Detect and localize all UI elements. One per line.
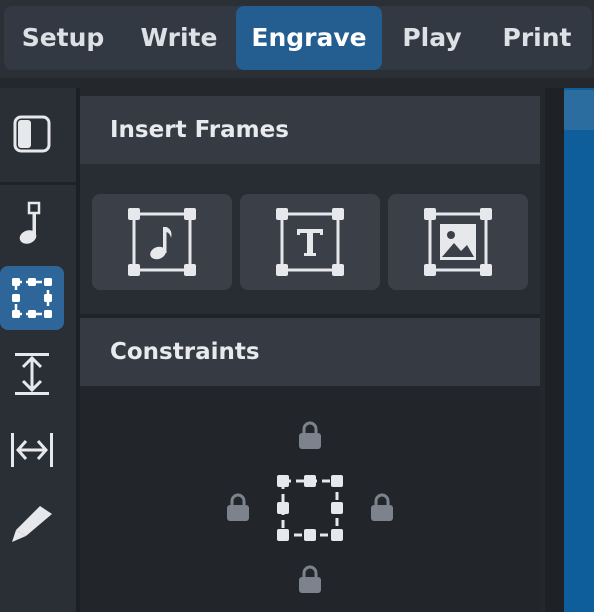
tab-engrave[interactable]: Engrave bbox=[236, 6, 382, 70]
toolbox-divider bbox=[0, 182, 76, 185]
lock-left-icon[interactable] bbox=[226, 492, 250, 522]
staff-spacing-button[interactable] bbox=[0, 342, 64, 406]
mode-bar: Setup Write Engrave Play Print bbox=[0, 0, 594, 78]
tab-setup[interactable]: Setup bbox=[4, 6, 122, 70]
panel-toggle-icon bbox=[13, 115, 51, 153]
panel-scroll-gutter[interactable] bbox=[545, 88, 564, 612]
staff-spacing-icon bbox=[15, 353, 49, 395]
engrave-pen-button[interactable] bbox=[0, 492, 64, 556]
tab-print[interactable]: Print bbox=[482, 6, 592, 70]
lock-bottom-icon[interactable] bbox=[298, 564, 322, 594]
frame-editing-icon bbox=[12, 278, 52, 318]
frame-editing-button[interactable] bbox=[0, 266, 64, 330]
graphic-editing-button[interactable] bbox=[0, 192, 64, 256]
mode-tabs: Setup Write Engrave Play Print bbox=[4, 6, 592, 70]
text-frame-icon bbox=[276, 208, 344, 276]
page-view-header bbox=[564, 90, 594, 130]
constraints-header[interactable]: Constraints bbox=[80, 318, 540, 386]
panel-toggle-button[interactable] bbox=[0, 102, 64, 166]
note-spacing-icon bbox=[11, 433, 53, 467]
note-spacing-button[interactable] bbox=[0, 418, 64, 482]
constraint-frame-icon bbox=[277, 475, 343, 541]
music-frame-icon bbox=[128, 208, 196, 276]
insert-frames-header[interactable]: Insert Frames bbox=[80, 96, 540, 164]
tab-write[interactable]: Write bbox=[122, 6, 236, 70]
insert-text-frame-button[interactable] bbox=[240, 194, 380, 290]
engrave-pen-icon bbox=[12, 506, 52, 542]
graphics-frame-icon bbox=[424, 208, 492, 276]
lock-top-icon[interactable] bbox=[298, 420, 322, 450]
page-view[interactable] bbox=[564, 88, 594, 612]
left-toolbox bbox=[0, 88, 76, 612]
insert-graphics-frame-button[interactable] bbox=[388, 194, 528, 290]
graphic-editing-icon bbox=[19, 201, 41, 244]
lock-right-icon[interactable] bbox=[370, 492, 394, 522]
insert-music-frame-button[interactable] bbox=[92, 194, 232, 290]
tab-play[interactable]: Play bbox=[382, 6, 482, 70]
